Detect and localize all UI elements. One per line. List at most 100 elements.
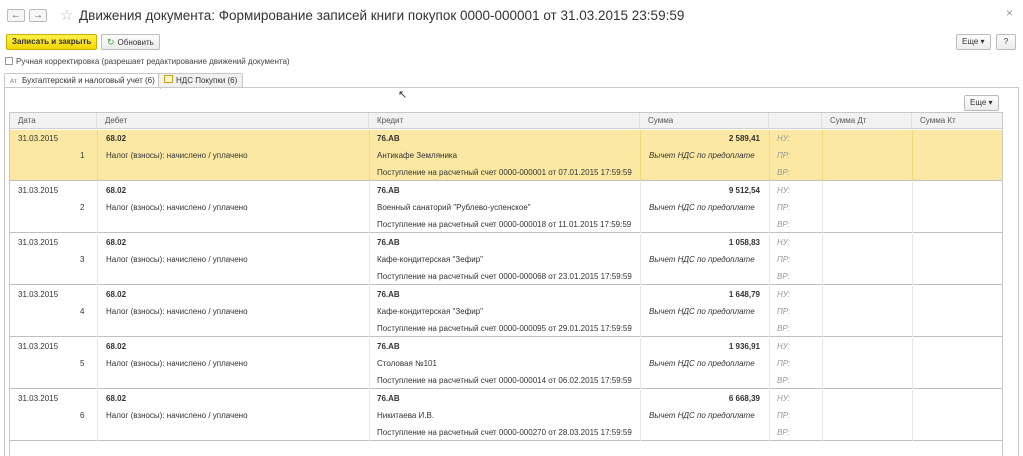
table-more-label: Еще	[970, 98, 987, 107]
credit-subconto-2: Поступление на расчетный счет 0000-00001…	[377, 376, 632, 385]
column-divider	[912, 234, 913, 285]
debit-subconto: Налог (взносы): начислено / уплачено	[106, 359, 248, 368]
movements-table: Дата Дебет Кредит Сумма Сумма Дт Сумма К…	[9, 112, 1003, 456]
row-sum: 1 936,91	[728, 342, 760, 351]
column-divider	[369, 286, 370, 337]
column-divider	[97, 130, 98, 181]
column-divider	[822, 286, 823, 337]
credit-account: 76.АВ	[377, 342, 400, 351]
table-row[interactable]: 31.03.2015 2 68.02 Налог (взносы): начислен…	[10, 182, 1002, 233]
more-button[interactable]: Еще ▾	[956, 34, 991, 50]
table-row[interactable]: 31.03.2015 6 68.02 Налог (взносы): начислен…	[10, 390, 1002, 441]
credit-account: 76.АВ	[377, 238, 400, 247]
column-divider	[822, 130, 823, 181]
temporary-difference-label: ВР:	[777, 220, 790, 229]
column-divider	[769, 182, 770, 233]
table-row[interactable]: 31.03.2015 4 68.02 Налог (взносы): начислен…	[10, 286, 1002, 337]
refresh-icon: ↻	[107, 37, 115, 47]
row-number: 6	[80, 411, 85, 420]
credit-account: 76.АВ	[377, 290, 400, 299]
refresh-label: Обновить	[117, 38, 154, 47]
credit-subconto-2: Поступление на расчетный счет 0000-00006…	[377, 272, 632, 281]
refresh-button[interactable]: ↻ Обновить	[101, 34, 160, 50]
close-icon[interactable]: ×	[1006, 6, 1013, 20]
debit-subconto: Налог (взносы): начислено / уплачено	[106, 307, 248, 316]
debit-account: 68.02	[106, 186, 127, 195]
permanent-difference-label: ПР:	[777, 411, 791, 420]
row-sum: 2 589,41	[728, 134, 760, 143]
register-icon	[164, 75, 173, 83]
tab-accounting-label: Бухгалтерский и налоговый учет (6)	[22, 76, 155, 85]
debit-account: 68.02	[106, 342, 127, 351]
column-divider	[769, 338, 770, 389]
manual-edit-row: Ручная корректировка (разрешает редактир…	[5, 57, 290, 66]
sum-note: Вычет НДС по предоплате	[649, 307, 755, 316]
credit-subconto-1: Военный санаторий "Рублево-успенское"	[377, 203, 531, 212]
mouse-cursor-icon: ↖	[398, 89, 408, 101]
column-divider	[640, 338, 641, 389]
row-number: 1	[80, 151, 85, 160]
credit-subconto-2: Поступление на расчетный счет 0000-00027…	[377, 428, 632, 437]
manual-edit-checkbox[interactable]	[5, 57, 13, 65]
help-button[interactable]: ?	[996, 34, 1016, 50]
debit-subconto: Налог (взносы): начислено / уплачено	[106, 255, 248, 264]
column-divider	[912, 390, 913, 441]
permanent-difference-label: ПР:	[777, 203, 791, 212]
column-divider	[912, 130, 913, 181]
col-date[interactable]: Дата	[10, 113, 97, 129]
save-and-close-button[interactable]: Записать и закрыть	[6, 34, 98, 50]
manual-edit-label[interactable]: Ручная корректировка (разрешает редактир…	[16, 57, 290, 66]
column-divider	[97, 286, 98, 337]
column-divider	[822, 234, 823, 285]
tab-vat-purchases[interactable]: НДС Покупки (6)	[158, 73, 244, 88]
row-sum: 1 648,79	[728, 290, 760, 299]
temporary-difference-label: ВР:	[777, 376, 790, 385]
col-type[interactable]	[769, 113, 822, 129]
col-debit[interactable]: Дебет	[97, 113, 369, 129]
column-divider	[640, 286, 641, 337]
permanent-difference-label: ПР:	[777, 359, 791, 368]
table-row[interactable]: 31.03.2015 5 68.02 Налог (взносы): начислен…	[10, 338, 1002, 389]
debit-account: 68.02	[106, 238, 127, 247]
column-divider	[769, 286, 770, 337]
row-sum: 9 512,54	[728, 186, 760, 195]
col-credit[interactable]: Кредит	[369, 113, 640, 129]
column-divider	[369, 338, 370, 389]
debit-subconto: Налог (взносы): начислено / уплачено	[106, 411, 248, 420]
credit-account: 76.АВ	[377, 186, 400, 195]
table-row[interactable]: 31.03.2015 3 68.02 Налог (взносы): начислен…	[10, 234, 1002, 285]
window-title: Движения документа: Формирование записей…	[79, 8, 685, 23]
sum-note: Вычет НДС по предоплате	[649, 151, 755, 160]
column-divider	[769, 130, 770, 181]
row-number: 3	[80, 255, 85, 264]
table-row[interactable]: 31.03.2015 1 68.02 Налог (взносы): начислен…	[10, 130, 1002, 181]
credit-subconto-1: Никитаева И.В.	[377, 411, 435, 420]
col-sum-dt[interactable]: Сумма Дт	[822, 113, 912, 129]
col-sum[interactable]: Сумма	[640, 113, 769, 129]
temporary-difference-label: ВР:	[777, 168, 790, 177]
back-button[interactable]: ←	[7, 9, 25, 22]
column-divider	[912, 182, 913, 233]
row-date: 31.03.2015	[18, 134, 59, 143]
tax-accounting-label: НУ:	[777, 186, 790, 195]
permanent-difference-label: ПР:	[777, 307, 791, 316]
sum-note: Вычет НДС по предоплате	[649, 255, 755, 264]
row-date: 31.03.2015	[18, 238, 59, 247]
chevron-down-icon: ▾	[980, 37, 985, 46]
arrow-left-icon: ←	[11, 10, 21, 21]
tax-accounting-label: НУ:	[777, 134, 790, 143]
sum-note: Вычет НДС по предоплате	[649, 359, 755, 368]
col-sum-kt[interactable]: Сумма Кт	[912, 113, 1002, 129]
column-divider	[97, 182, 98, 233]
forward-button[interactable]: →	[29, 9, 47, 22]
column-divider	[369, 182, 370, 233]
tax-accounting-label: НУ:	[777, 394, 790, 403]
table-header: Дата Дебет Кредит Сумма Сумма Дт Сумма К…	[10, 113, 1002, 129]
chevron-down-icon: ▾	[988, 98, 993, 107]
row-date: 31.03.2015	[18, 394, 59, 403]
table-more-button[interactable]: Еще ▾	[964, 95, 999, 111]
credit-subconto-2: Поступление на расчетный счет 0000-00009…	[377, 324, 632, 333]
favorite-star-icon[interactable]: ☆	[60, 6, 73, 24]
sum-note: Вычет НДС по предоплате	[649, 411, 755, 420]
tab-vat-purchases-label: НДС Покупки (6)	[176, 76, 238, 85]
